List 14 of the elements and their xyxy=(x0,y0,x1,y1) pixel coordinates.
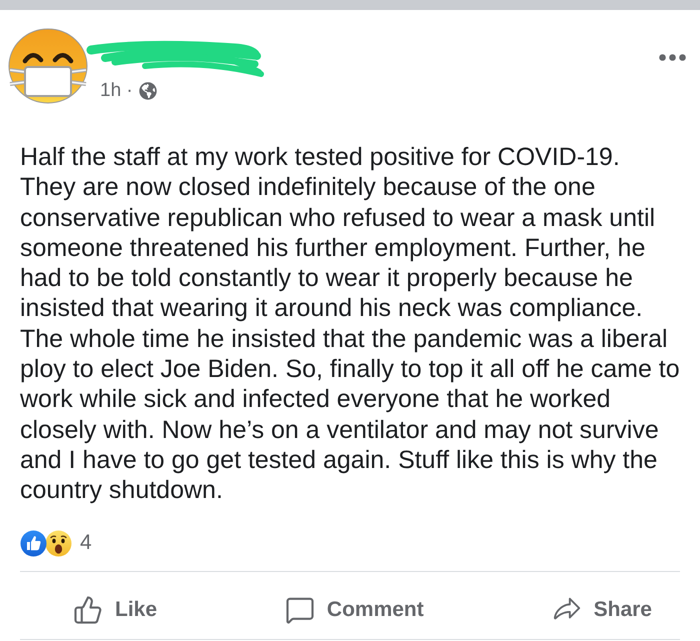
reaction-count[interactable]: 4 xyxy=(80,531,92,556)
thumbs-up-reaction-icon xyxy=(20,530,47,557)
thumbs-up-icon xyxy=(73,594,103,625)
like-button[interactable]: Like xyxy=(73,594,158,625)
post-text: Half the staff at my work tested positive for COVID-19. They are now closed indefinitely because of the one conservative republican who refused to wear a mask until someone threatened his further employment. Further, he had to be told constantly to wear it properly because he insisted that wearing it around his neck was compliance. The whole time he insisted that the pandemic was a liberal ploy to elect Joe Biden. So, finally to top it all off he came to work while sick and infected everyone that he worked closely with. Now he’s on a ventilator and may not survive and I have to go get tested again. Stuff like this is why the country shutdown. xyxy=(20,142,680,506)
share-button[interactable]: Share xyxy=(552,594,652,625)
more-dots-icon xyxy=(659,54,686,61)
post-time[interactable]: 1h · xyxy=(100,80,133,102)
globe-icon xyxy=(138,82,157,100)
masked-face-avatar[interactable] xyxy=(8,28,88,104)
speech-bubble-icon xyxy=(284,594,315,625)
comment-button[interactable]: Comment xyxy=(284,594,424,625)
more-options-button[interactable] xyxy=(659,54,686,61)
surprised-face-reaction-icon xyxy=(45,530,72,557)
